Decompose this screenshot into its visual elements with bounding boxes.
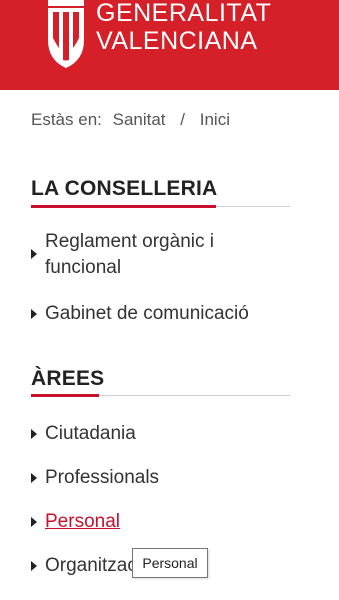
breadcrumb-link-sanitat[interactable]: Sanitat	[113, 110, 166, 129]
list-item-reglament[interactable]: Reglament orgànic i funcional	[31, 229, 291, 281]
section-title-underline	[31, 394, 99, 397]
link-gabinet[interactable]: Gabinet de comunicació	[45, 301, 249, 327]
site-logo-text[interactable]: GENERALITAT VALENCIANA	[96, 0, 271, 54]
list-item-ciutadania[interactable]: Ciutadania	[31, 421, 136, 447]
section-title-conselleria: LA CONSELLERIA	[31, 177, 218, 200]
breadcrumb-prefix: Estàs en:	[31, 110, 102, 129]
section-title-underline	[31, 205, 216, 208]
link-personal[interactable]: Personal	[45, 509, 120, 535]
triangle-right-icon	[31, 473, 37, 483]
generalitat-emblem-icon[interactable]	[44, 0, 88, 70]
link-reglament[interactable]: Reglament orgànic i funcional	[45, 229, 291, 281]
triangle-right-icon	[31, 561, 37, 571]
triangle-right-icon	[31, 249, 37, 259]
breadcrumb-separator: /	[180, 110, 186, 129]
list-item-gabinet[interactable]: Gabinet de comunicació	[31, 301, 249, 327]
triangle-right-icon	[31, 429, 37, 439]
breadcrumb-link-inici[interactable]: Inici	[200, 110, 230, 129]
link-professionals[interactable]: Professionals	[45, 465, 159, 491]
link-ciutadania[interactable]: Ciutadania	[45, 421, 136, 447]
triangle-right-icon	[31, 517, 37, 527]
list-item-personal[interactable]: Personal	[31, 509, 120, 535]
section-title-arees: ÀREES	[31, 367, 105, 390]
breadcrumb: Estàs en: Sanitat / Inici	[31, 110, 230, 130]
tooltip: Personal	[132, 548, 208, 578]
triangle-right-icon	[31, 309, 37, 319]
site-header: GENERALITAT VALENCIANA	[0, 0, 339, 90]
logo-line-1: GENERALITAT	[96, 0, 272, 27]
logo-line-2: VALENCIANA	[96, 27, 258, 55]
list-item-professionals[interactable]: Professionals	[31, 465, 159, 491]
